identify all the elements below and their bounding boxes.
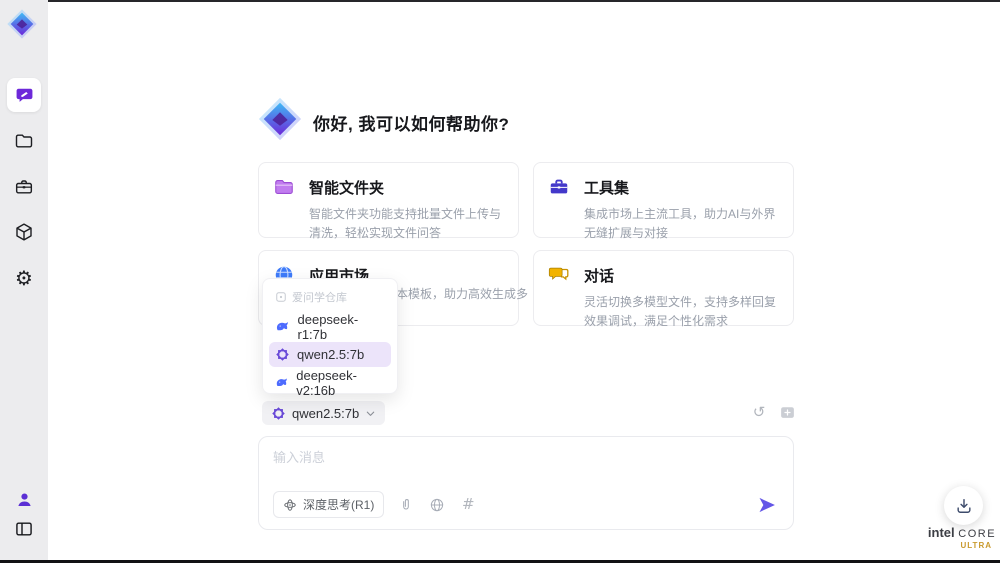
intel-core-wordmark: intel CORE: [924, 525, 1000, 540]
card-dialogue[interactable]: 对话 灵活切换多模型文件，支持多样回复效果调试，满足个性化需求: [533, 250, 794, 328]
hash-icon: #: [462, 495, 475, 513]
download-button[interactable]: [944, 486, 983, 525]
sidebar-item-chat[interactable]: [7, 78, 41, 112]
send-icon: [759, 497, 775, 513]
model-dropdown: 爱问学仓库 deepseek-r1:7b qwen2.5:7b deepseek…: [262, 278, 398, 398]
model-option-qwen[interactable]: qwen2.5:7b: [269, 342, 391, 367]
message-composer: 深度思考(R1) #: [258, 436, 794, 530]
model-option-label: deepseek-r1:7b: [297, 311, 359, 342]
user-icon: [17, 492, 31, 506]
download-icon: [956, 498, 971, 513]
model-option-label: deepseek-v2:16b: [296, 367, 357, 398]
deep-think-icon: [284, 498, 296, 511]
toolset-icon: [550, 179, 568, 194]
dialogue-icon: [548, 267, 569, 281]
qwen-icon: [276, 348, 289, 361]
panel-icon: [16, 522, 32, 536]
repository-label: 爱问学仓库: [292, 292, 347, 304]
briefcase-icon: [15, 180, 33, 194]
selected-model-label: qwen2.5:7b: [292, 405, 360, 421]
intel-core-badge: intel CORE ULTRA: [924, 525, 1000, 550]
globe-icon: [431, 498, 444, 511]
deepseek-icon: [276, 321, 288, 330]
folder-icon: [15, 134, 33, 148]
sidebar-item-account[interactable]: [7, 482, 41, 516]
card-description: 灵活切换多模型文件，支持多样回复效果调试，满足个性化需求: [584, 295, 777, 328]
core-text: CORE: [958, 528, 997, 540]
intel-ultra-text: ULTRA: [960, 541, 992, 550]
diamond-logo-icon: [258, 97, 302, 141]
model-option-label: qwen2.5:7b: [297, 347, 365, 362]
window-top-edge: [48, 0, 1000, 2]
deep-think-label: 深度思考(R1): [303, 498, 375, 512]
sidebar: ⚙: [0, 0, 48, 560]
history-button[interactable]: ↺: [750, 403, 768, 421]
model-selector[interactable]: qwen2.5:7b: [262, 401, 386, 425]
greeting-logo: [257, 96, 303, 142]
sidebar-item-settings[interactable]: ⚙: [7, 261, 41, 295]
card-head: 工具集: [548, 176, 779, 198]
card-title: 工具集: [584, 179, 630, 197]
page-title: 你好, 我可以如何帮助你?: [313, 115, 510, 134]
card-smart-folder[interactable]: 智能文件夹 智能文件夹功能支持批量文件上传与清洗，轻松实现文件问答: [258, 162, 519, 240]
sidebar-item-panel-toggle[interactable]: [7, 512, 41, 546]
sidebar-item-toolbox[interactable]: [7, 170, 41, 204]
deep-think-toggle[interactable]: 深度思考(R1): [273, 491, 385, 518]
prompt-library-button[interactable]: #: [459, 496, 477, 514]
message-input[interactable]: [273, 447, 773, 487]
card-description: 集成市场上主流工具，助力AI与外界无缝扩展与对接: [584, 207, 776, 240]
card-description-visible-fragment: 本模板，助力高效生成多: [396, 287, 529, 301]
sidebar-item-folders[interactable]: [7, 124, 41, 158]
chevron-down-icon: [366, 411, 375, 416]
deepseek-icon: [276, 377, 287, 386]
card-description: 智能文件夹功能支持批量文件上传与清洗，轻松实现文件问答: [309, 207, 502, 240]
app-window: ⚙ 你好, 我可以如何帮助你? 智能文件夹 智能文件夹功能支持批量文件上传与清洗…: [0, 0, 1000, 563]
repository-icon: [276, 292, 286, 302]
sidebar-item-apps[interactable]: [7, 215, 41, 249]
attach-button[interactable]: [397, 496, 415, 514]
paperclip-icon: [403, 498, 410, 510]
gear-icon: ⚙: [15, 266, 33, 290]
history-icon: ↺: [752, 402, 766, 421]
smart-folder-icon: [275, 180, 293, 194]
send-button[interactable]: [757, 495, 777, 515]
card-title: 对话: [584, 267, 615, 285]
web-search-button[interactable]: [428, 496, 446, 514]
chat-icon: [16, 88, 32, 102]
composer-toolbar: 深度思考(R1) #: [273, 491, 477, 518]
cube-icon: [16, 223, 32, 241]
conversation-actions: ↺: [750, 403, 796, 421]
qwen-icon: [272, 406, 285, 420]
card-title: 智能文件夹: [309, 179, 385, 197]
intel-brand-text: intel: [927, 525, 955, 540]
card-toolset[interactable]: 工具集 集成市场上主流工具，助力AI与外界无缝扩展与对接: [533, 162, 794, 240]
card-head: 智能文件夹: [273, 176, 504, 198]
diamond-logo-icon: [7, 9, 37, 39]
model-option-deepseek-r1[interactable]: deepseek-r1:7b: [269, 311, 391, 342]
model-option-deepseek-v2[interactable]: deepseek-v2:16b: [269, 367, 391, 398]
model-dropdown-header: 爱问学仓库: [269, 287, 391, 311]
card-head: 对话: [548, 264, 779, 286]
new-chat-icon: [780, 406, 794, 418]
app-logo: [6, 8, 38, 40]
new-chat-button[interactable]: [778, 403, 796, 421]
